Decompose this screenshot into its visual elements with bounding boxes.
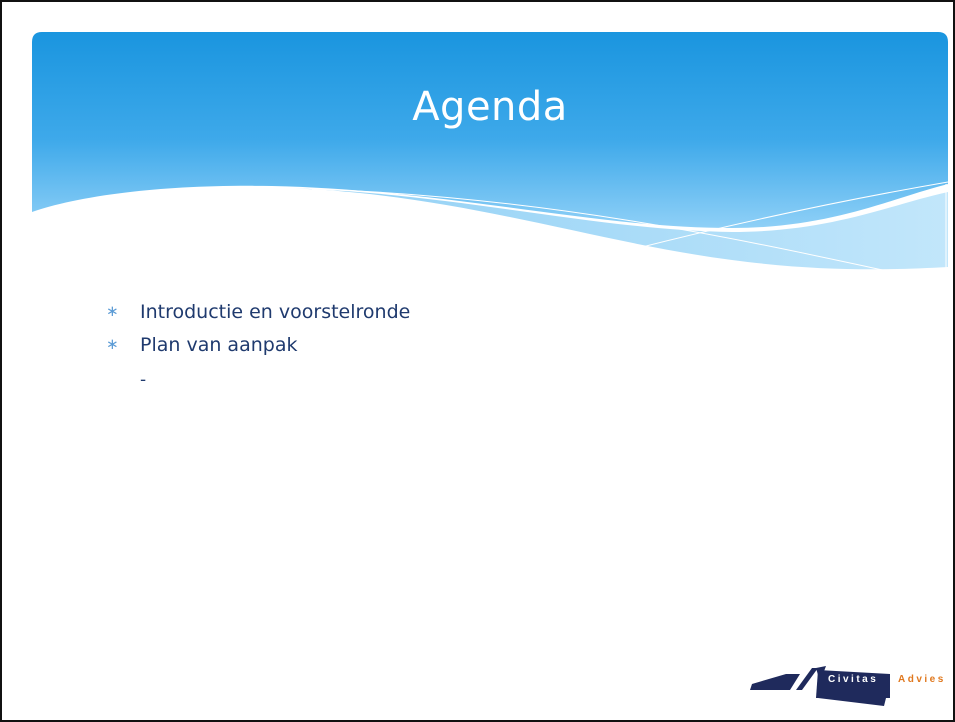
asterisk-bullet-icon: ∗ xyxy=(106,335,119,353)
civitas-advies-logo: Civitas Advies xyxy=(750,656,953,708)
bullet-item: ∗ Introductie en voorstelronde xyxy=(106,295,410,328)
header-background xyxy=(32,32,948,228)
header-banner xyxy=(32,32,948,280)
sub-item-dash: - xyxy=(140,370,147,390)
logo-text-advies: Advies xyxy=(898,674,946,685)
bullet-item: ∗ Plan van aanpak xyxy=(106,328,410,361)
slide: Agenda ∗ Introductie en voorstelronde ∗ … xyxy=(0,0,955,722)
slide-title: Agenda xyxy=(412,84,568,130)
bullet-list: ∗ Introductie en voorstelronde ∗ Plan va… xyxy=(106,295,410,361)
bullet-text: Plan van aanpak xyxy=(140,333,298,356)
asterisk-bullet-icon: ∗ xyxy=(106,302,119,320)
logo-text-civitas: Civitas xyxy=(828,674,879,685)
bullet-text: Introductie en voorstelronde xyxy=(140,300,411,323)
